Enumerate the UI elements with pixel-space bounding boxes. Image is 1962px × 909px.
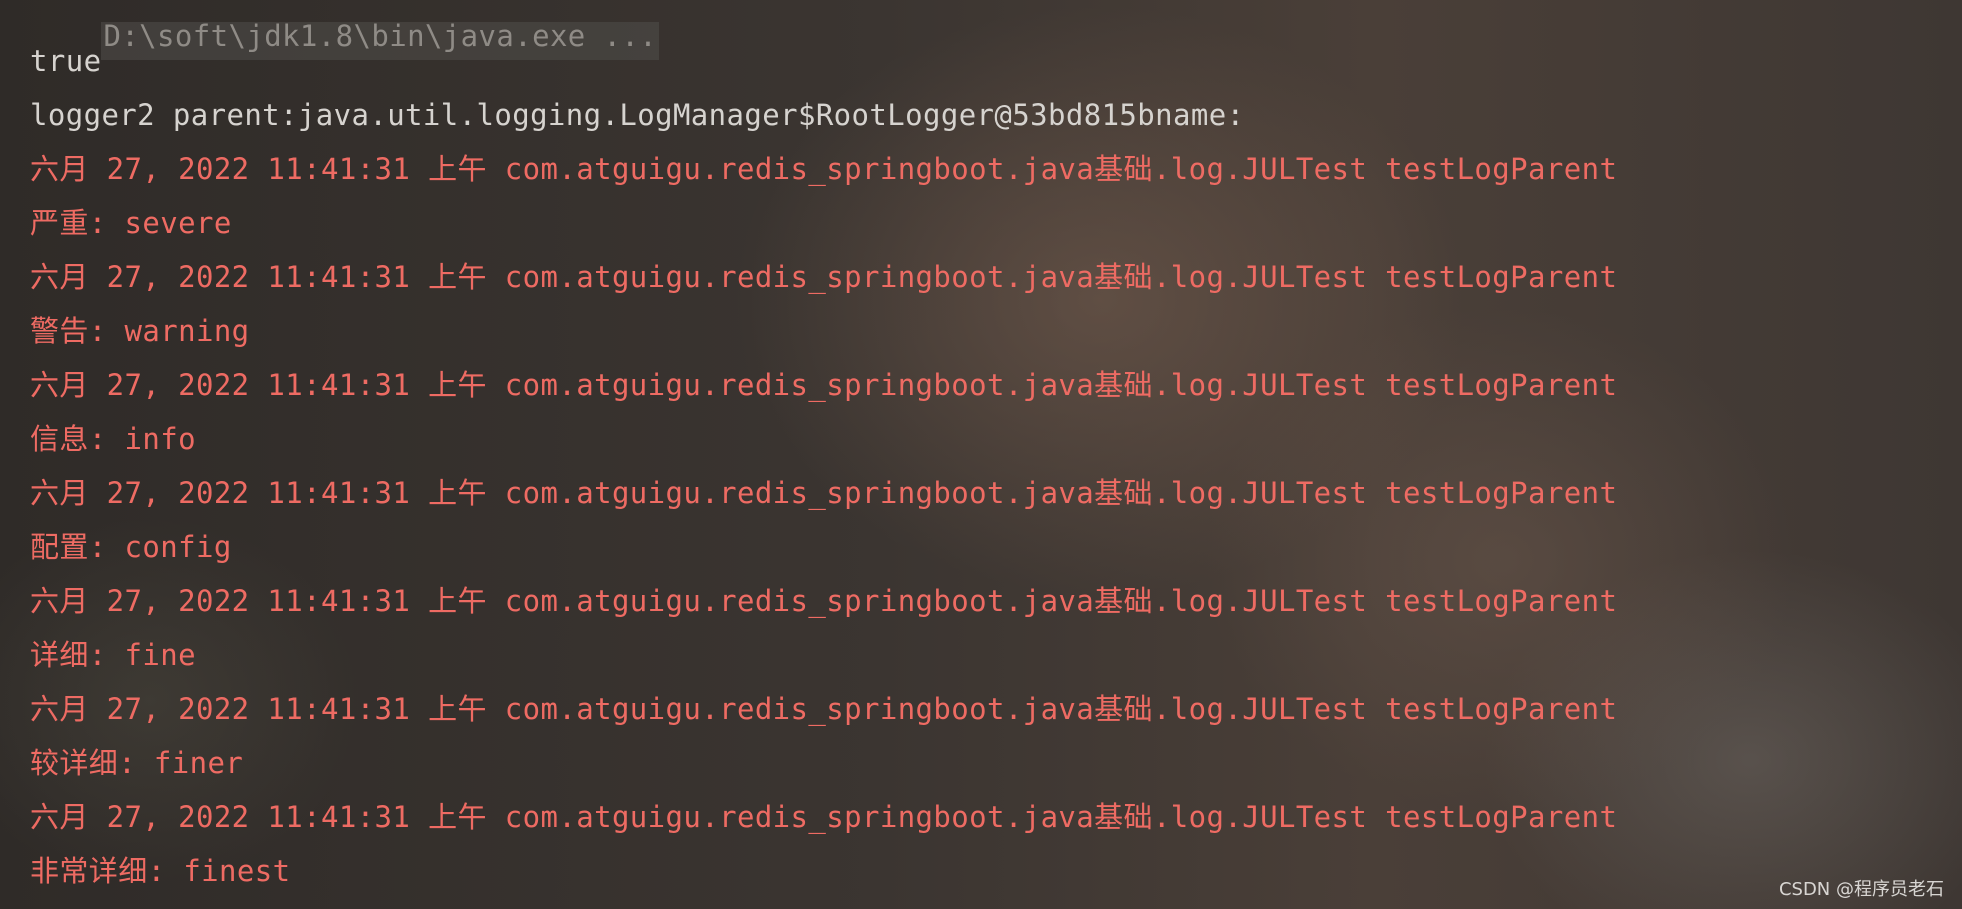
log-header-line: 六月 27, 2022 11:41:31 上午 com.atguigu.redi…: [30, 260, 1618, 294]
log-header-line: 六月 27, 2022 11:41:31 上午 com.atguigu.redi…: [30, 584, 1618, 618]
log-header-line: 六月 27, 2022 11:41:31 上午 com.atguigu.redi…: [30, 368, 1618, 402]
console-output: D:\soft\jdk1.8\bin\java.exe ... true log…: [30, 0, 1930, 898]
log-header-line: 六月 27, 2022 11:41:31 上午 com.atguigu.redi…: [30, 800, 1618, 834]
log-header-line: 六月 27, 2022 11:41:31 上午 com.atguigu.redi…: [30, 476, 1618, 510]
command-line: D:\soft\jdk1.8\bin\java.exe ...: [30, 0, 1930, 60]
log-message-line: 详细: fine: [30, 638, 196, 672]
log-header-line: 六月 27, 2022 11:41:31 上午 com.atguigu.redi…: [30, 152, 1618, 186]
log-message-line: 配置: config: [30, 530, 232, 564]
log-message-line: 非常详细: finest: [30, 854, 291, 888]
watermark: CSDN @程序员老石: [1778, 879, 1944, 900]
log-message-line: 较详细: finer: [30, 746, 244, 780]
command-text[interactable]: D:\soft\jdk1.8\bin\java.exe ...: [101, 22, 660, 60]
stdout-line: logger2 parent:java.util.logging.LogMana…: [30, 98, 1245, 132]
log-message-line: 严重: severe: [30, 206, 232, 240]
log-message-line: 信息: info: [30, 422, 196, 456]
log-message-line: 警告: warning: [30, 314, 250, 348]
log-header-line: 六月 27, 2022 11:41:31 上午 com.atguigu.redi…: [30, 692, 1618, 726]
